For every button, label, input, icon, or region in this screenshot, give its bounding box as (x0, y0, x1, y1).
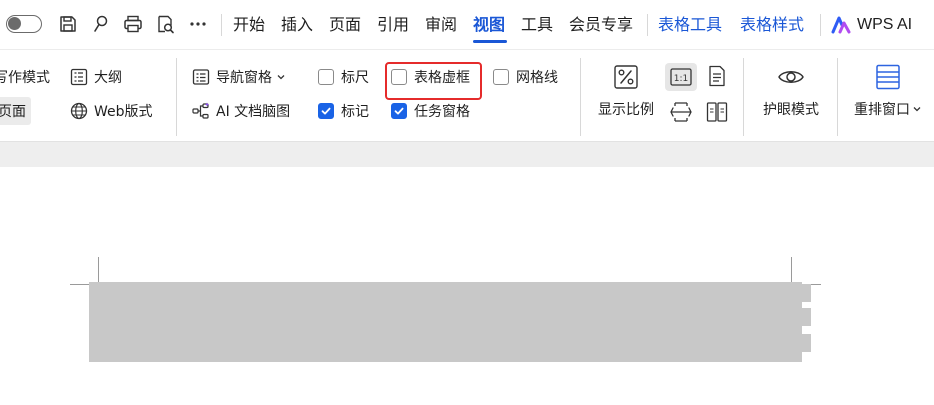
wps-ai-label: WPS AI (857, 16, 913, 33)
nav-pane-label: 导航窗格 (216, 70, 272, 86)
marks-checkbox-box[interactable] (318, 103, 334, 119)
ribbon-separator (176, 58, 177, 136)
tab-tools[interactable]: 工具 (521, 13, 553, 37)
ruler-band (0, 141, 934, 169)
tab-view[interactable]: 视图 (473, 13, 505, 37)
zoom-button[interactable]: 显示比例 (594, 64, 658, 119)
actual-size-text: 1:1 (674, 74, 688, 84)
page-view-button[interactable]: 页面 (0, 100, 26, 122)
nav-pane-button[interactable]: 导航窗格 (192, 66, 286, 88)
print-icon[interactable] (123, 14, 143, 34)
gridlines-checkbox-box[interactable] (493, 69, 509, 85)
crop-mark-left (98, 257, 99, 285)
task-pane-checkbox-box[interactable] (391, 103, 407, 119)
outline-icon (70, 68, 88, 86)
web-layout-button[interactable]: Web版式 (70, 100, 153, 122)
tab-table-tools[interactable]: 表格工具 (658, 13, 722, 37)
wps-ai-logo-icon (831, 16, 851, 34)
menu-separator (221, 14, 222, 36)
ruler-label: 标尺 (341, 70, 369, 86)
single-page-button[interactable] (706, 65, 728, 87)
view-ribbon: 写作模式 页面 大纲 Web版式 导航窗格 AI 文档脑图 标尺 表格虚框 网格… (0, 49, 934, 142)
tab-insert[interactable]: 插入 (281, 13, 313, 37)
menu-separator (820, 14, 821, 36)
page-width-icon (670, 102, 692, 122)
task-pane-label: 任务窗格 (414, 104, 470, 120)
rearrange-windows-icon (876, 64, 900, 90)
ribbon-separator (743, 58, 744, 136)
ruler-checkbox-box[interactable] (318, 69, 334, 85)
menu-bar: 开始 插入 页面 引用 审阅 视图 工具 会员专享 表格工具 表格样式 WPS … (0, 0, 934, 49)
save-icon[interactable] (58, 14, 78, 34)
eye-mode-label: 护眼模式 (763, 102, 819, 118)
zoom-label: 显示比例 (598, 102, 654, 118)
wps-ai-button[interactable]: WPS AI (831, 13, 912, 37)
ruler-checkbox[interactable]: 标尺 (318, 66, 369, 88)
table-row-handle[interactable] (802, 284, 811, 302)
tab-page[interactable]: 页面 (329, 13, 361, 37)
writing-mode-button[interactable]: 写作模式 (0, 66, 50, 88)
eye-mode-button[interactable]: 护眼模式 (756, 64, 826, 119)
ai-mindmap-label: AI 文档脑图 (216, 104, 291, 120)
table-row-handle[interactable] (802, 334, 811, 352)
chevron-down-icon (277, 75, 285, 80)
eye-icon (778, 71, 804, 83)
rearrange-windows-label: 重排窗口 (854, 102, 910, 118)
zoom-percent-icon (614, 65, 638, 89)
toggle-knob (8, 17, 21, 30)
outline-label: 大纲 (94, 70, 122, 86)
multi-page-icon (706, 102, 728, 122)
single-page-icon (709, 65, 725, 87)
crop-mark-right (791, 257, 792, 285)
wps-writer-window: 开始 插入 页面 引用 审阅 视图 工具 会员专享 表格工具 表格样式 WPS … (0, 0, 934, 405)
outline-button[interactable]: 大纲 (70, 66, 122, 88)
page-width-button[interactable] (670, 101, 692, 123)
active-tab-indicator (473, 40, 507, 43)
checkmark-icon (321, 107, 331, 115)
task-pane-checkbox[interactable]: 任务窗格 (391, 100, 470, 122)
rearrange-windows-text: 重排窗口 (854, 99, 922, 119)
nav-pane-icon (192, 69, 210, 85)
tab-references[interactable]: 引用 (377, 13, 409, 37)
sidebar-toggle[interactable] (6, 15, 42, 33)
document-area[interactable] (0, 167, 934, 405)
gridlines-label: 网格线 (516, 70, 558, 86)
annotation-highlight-box (385, 62, 482, 100)
chevron-down-icon (913, 107, 921, 112)
mindmap-icon (192, 102, 209, 119)
table-row-handle[interactable] (802, 308, 811, 326)
print-preview-icon[interactable] (155, 14, 175, 34)
ai-mindmap-button[interactable]: AI 文档脑图 (192, 100, 290, 122)
actual-size-button[interactable]: 1:1 (665, 63, 697, 91)
multi-page-button[interactable] (706, 101, 728, 123)
globe-icon (70, 102, 88, 120)
checkmark-icon (394, 107, 404, 115)
ribbon-separator (837, 58, 838, 136)
rearrange-windows-button[interactable]: 重排窗口 (848, 64, 928, 119)
marks-label: 标记 (341, 104, 369, 120)
tab-member[interactable]: 会员专享 (569, 13, 633, 37)
writing-mode-label: 写作模式 (0, 70, 50, 86)
selected-table[interactable] (89, 282, 802, 362)
tab-table-style[interactable]: 表格样式 (740, 13, 804, 37)
ribbon-separator (580, 58, 581, 136)
tab-home[interactable]: 开始 (233, 13, 265, 37)
format-painter-icon[interactable] (91, 14, 111, 34)
web-layout-label: Web版式 (94, 104, 153, 120)
menu-separator (647, 14, 648, 36)
marks-checkbox[interactable]: 标记 (318, 100, 369, 122)
tab-review[interactable]: 审阅 (425, 13, 457, 37)
actual-size-icon: 1:1 (670, 68, 692, 86)
page-view-label: 页面 (0, 104, 26, 120)
more-icon[interactable] (188, 14, 208, 34)
gridlines-checkbox[interactable]: 网格线 (493, 66, 558, 88)
